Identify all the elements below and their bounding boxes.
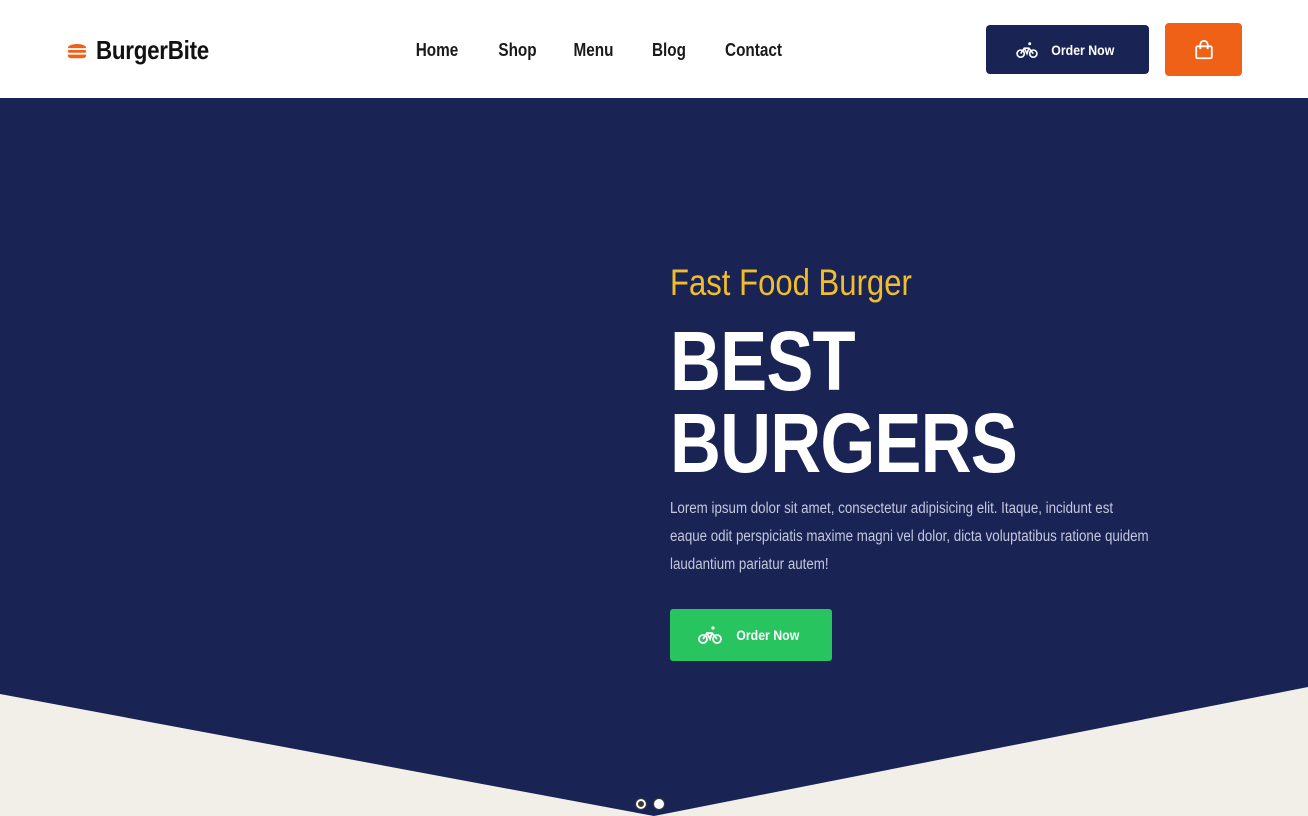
nav-item-home[interactable]: Home — [416, 40, 459, 61]
bicycle-icon — [1016, 41, 1038, 58]
hero-background — [0, 98, 1308, 816]
hero-order-now-label: Order Now — [736, 627, 800, 643]
site-header: BurgerBite Home Shop Menu Blog Contact O… — [0, 0, 1308, 98]
hero-title-line-2: BURGERS — [670, 396, 1018, 490]
slider-dot-2[interactable] — [653, 798, 665, 810]
hero-title: BEST BURGERS — [670, 314, 1018, 490]
nav-item-blog[interactable]: Blog — [652, 40, 686, 61]
header-order-now-label: Order Now — [1051, 41, 1115, 58]
header-order-now-button[interactable]: Order Now — [986, 25, 1149, 74]
hero-description: Lorem ipsum dolor sit amet, consectetur … — [670, 500, 1149, 573]
nav-item-shop[interactable]: Shop — [498, 40, 536, 61]
brand-logo[interactable]: BurgerBite — [66, 30, 227, 70]
brand-name: BurgerBite — [96, 34, 209, 65]
bicycle-icon — [698, 626, 723, 644]
nav-item-menu[interactable]: Menu — [574, 40, 614, 61]
burger-icon — [67, 44, 87, 59]
hero-order-now-button[interactable]: Order Now — [670, 609, 832, 661]
cart-button[interactable] — [1165, 23, 1242, 76]
shopping-bag-icon — [1194, 39, 1213, 59]
nav-item-contact[interactable]: Contact — [725, 40, 782, 61]
hero-subtitle: Fast Food Burger — [670, 262, 912, 303]
hero-section: Fast Food Burger BEST BURGERS Lorem ipsu… — [0, 98, 1308, 816]
hero-title-line-1: BEST — [670, 314, 856, 408]
slider-dots — [635, 798, 665, 810]
slider-dot-1[interactable] — [635, 798, 647, 810]
